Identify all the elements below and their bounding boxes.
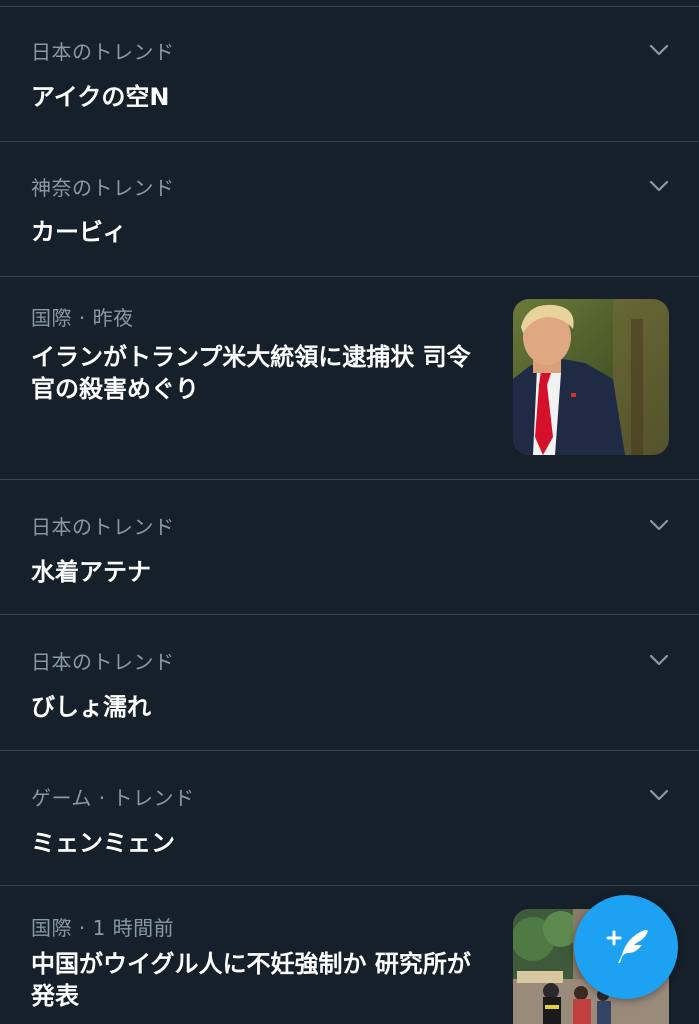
trend-title: カービィ (31, 218, 127, 246)
trend-item[interactable]: 神奈のトレンド カービィ (0, 142, 699, 277)
news-thumbnail[interactable] (513, 299, 669, 455)
chevron-down-icon[interactable] (649, 653, 669, 667)
trend-title: びしょ濡れ (31, 693, 151, 721)
feather-plus-icon (606, 930, 648, 963)
news-context: 国際 · 昨夜 (31, 306, 134, 330)
compose-tweet-button[interactable] (574, 895, 678, 999)
trend-item[interactable]: ゲーム · トレンド ミェンミェン (0, 751, 699, 886)
portrait-photo-icon (513, 299, 669, 455)
trend-title: ミェンミェン (31, 829, 175, 857)
news-headline: イランがトランプ米大統領に逮捕状 司令官の殺害めぐり (31, 343, 471, 403)
chevron-down-icon[interactable] (649, 179, 669, 193)
trend-item[interactable]: 日本のトレンド アイクの空N (0, 7, 699, 142)
trend-title: アイクの空N (31, 83, 170, 111)
chevron-down-icon[interactable] (649, 788, 669, 802)
news-context: 国際 · 1 時間前 (31, 916, 175, 940)
trend-context: 日本のトレンド (31, 650, 175, 674)
trend-context: ゲーム · トレンド (31, 786, 195, 810)
chevron-down-icon[interactable] (649, 43, 669, 57)
news-item[interactable]: 国際 · 昨夜 イランがトランプ米大統領に逮捕状 司令官の殺害めぐり (0, 277, 699, 480)
trend-context: 日本のトレンド (31, 515, 175, 539)
news-headline: 中国がウイグル人に不妊強制か 研究所が発表 (31, 950, 471, 1010)
chevron-down-icon[interactable] (649, 518, 669, 532)
trend-context: 日本のトレンド (31, 40, 175, 64)
trend-context: 神奈のトレンド (31, 176, 175, 200)
trend-item[interactable]: 日本のトレンド びしょ濡れ (0, 615, 699, 751)
trend-title: 水着アテナ (31, 558, 151, 586)
trend-item[interactable]: 日本のトレンド 水着アテナ (0, 480, 699, 615)
